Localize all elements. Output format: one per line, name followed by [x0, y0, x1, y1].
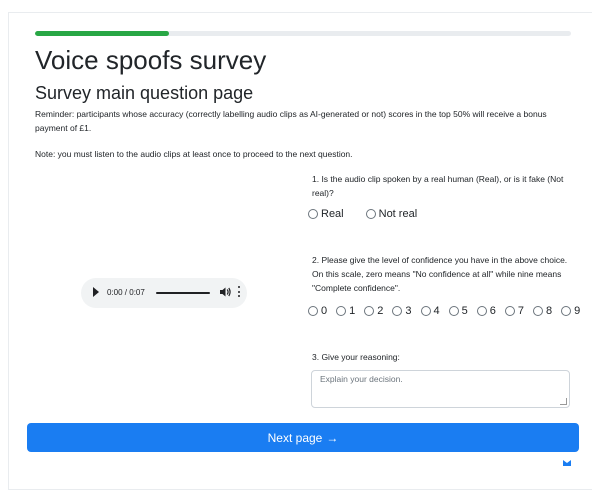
audio-seek-bar[interactable]	[156, 292, 210, 294]
radio-confidence-2[interactable]: 2	[364, 305, 383, 317]
radio-confidence-6[interactable]: 6	[476, 305, 496, 317]
radio-label: 8	[546, 305, 553, 317]
radio-label: 3	[405, 305, 412, 317]
radio-real[interactable]: Real	[308, 208, 344, 220]
radio-confidence-0[interactable]: 0	[308, 305, 327, 317]
volume-icon[interactable]	[218, 285, 232, 299]
radio-confidence-5[interactable]: 5	[448, 305, 468, 317]
radio-circle[interactable]	[561, 306, 572, 316]
radio-circle[interactable]	[392, 306, 403, 316]
play-icon[interactable]	[93, 287, 99, 297]
reasoning-textarea[interactable]: Explain your decision.	[311, 370, 570, 408]
radio-circle[interactable]	[336, 306, 347, 316]
radio-label: 5	[461, 305, 468, 317]
radio-label: Not real	[378, 208, 418, 220]
radio-label: Real	[321, 208, 344, 220]
radio-circle[interactable]	[504, 306, 515, 316]
question-1-options: Real Not real	[308, 208, 439, 220]
radio-label: 2	[377, 305, 384, 317]
radio-circle[interactable]	[448, 306, 459, 316]
radio-label: 1	[349, 305, 356, 317]
progress-fill	[35, 31, 169, 36]
audio-time: 0:00 / 0:07	[107, 288, 145, 297]
radio-circle[interactable]	[365, 209, 376, 219]
radio-confidence-7[interactable]: 7	[504, 305, 524, 317]
radio-label: 7	[517, 305, 524, 317]
radio-circle[interactable]	[308, 209, 318, 219]
arrow-right-icon: →	[326, 430, 339, 445]
question-2-text: 2. Please give the level of confidence y…	[312, 255, 568, 293]
radio-label: 9	[574, 305, 581, 317]
listen-note: Note: you must listen to the audio clips…	[35, 149, 353, 159]
radio-circle[interactable]	[533, 306, 543, 316]
mail-icon[interactable]	[563, 460, 571, 466]
progress-bar	[35, 31, 571, 36]
next-page-label: Next page	[267, 430, 323, 445]
question-3-text: 3. Give your reasoning:	[312, 352, 400, 362]
radio-circle[interactable]	[364, 306, 375, 316]
bonus-reminder: Reminder: participants whose accuracy (c…	[35, 109, 547, 133]
radio-circle[interactable]	[476, 306, 487, 316]
radio-confidence-4[interactable]: 4	[420, 305, 440, 317]
confidence-options: 0 1 2 3 4 5 6 7 8 9	[308, 305, 589, 317]
radio-circle[interactable]	[420, 306, 431, 316]
radio-label: 4	[433, 305, 440, 317]
radio-circle[interactable]	[308, 306, 318, 316]
more-options-icon[interactable]	[236, 286, 242, 300]
radio-confidence-3[interactable]: 3	[392, 305, 412, 317]
reasoning-placeholder: Explain your decision.	[320, 374, 403, 384]
radio-confidence-1[interactable]: 1	[336, 305, 355, 317]
next-page-button[interactable]: Next page →	[27, 423, 579, 452]
resize-handle-icon[interactable]	[560, 398, 567, 405]
question-1-text: 1. Is the audio clip spoken by a real hu…	[312, 174, 564, 198]
page-subtitle: Survey main question page	[35, 83, 254, 103]
page-title: Voice spoofs survey	[35, 45, 267, 75]
radio-label: 6	[489, 305, 496, 317]
radio-confidence-9[interactable]: 9	[561, 305, 580, 317]
radio-confidence-8[interactable]: 8	[533, 305, 552, 317]
radio-label: 0	[321, 305, 328, 317]
radio-not-real[interactable]: Not real	[365, 208, 418, 220]
audio-player[interactable]: 0:00 / 0:07	[81, 278, 247, 308]
